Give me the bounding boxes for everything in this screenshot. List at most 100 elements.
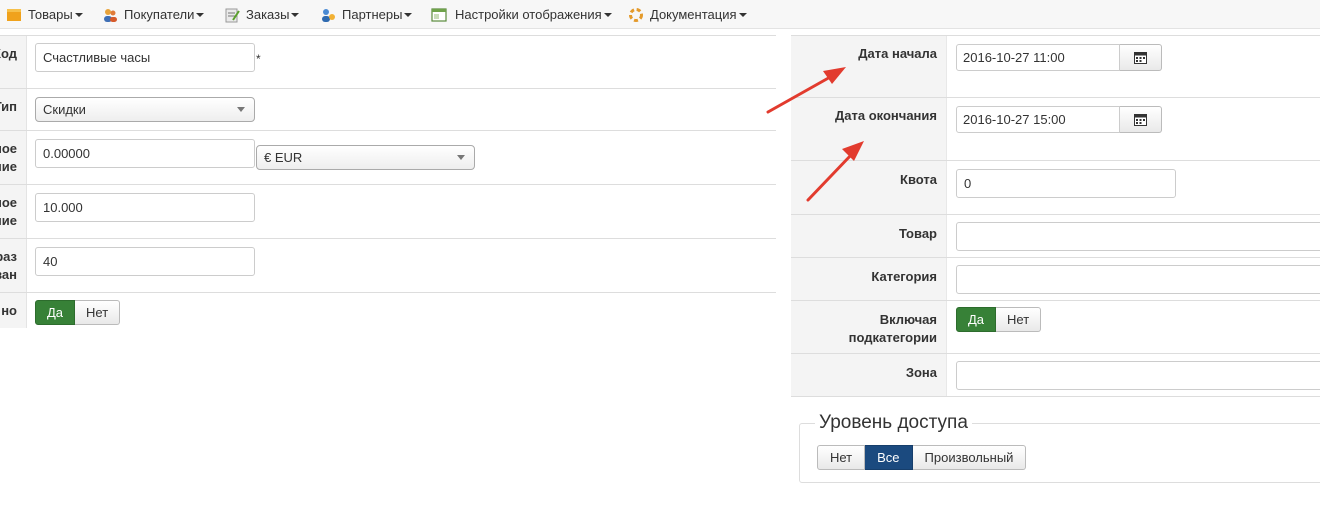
start-date-picker: 2016-10-27 11:00: [956, 44, 1162, 71]
end-date-input[interactable]: 2016-10-27 15:00: [956, 106, 1120, 133]
code-label-cell: Код: [0, 36, 27, 88]
quota-label-cell: Квота: [791, 161, 947, 214]
enabled-label-cell: но: [0, 293, 27, 328]
chevron-down-icon: [74, 12, 83, 17]
category-input[interactable]: [956, 265, 1320, 294]
orders-icon: [224, 7, 240, 23]
start-date-label: Дата начала: [858, 46, 937, 61]
access-custom-button[interactable]: Произвольный: [912, 445, 1027, 470]
category-label: Категория: [871, 269, 937, 284]
product-label-cell: Товар: [791, 215, 947, 257]
zone-input[interactable]: [956, 361, 1320, 390]
value-row: ное ние 0.00000 € EUR: [0, 131, 776, 185]
currency-select-value: € EUR: [264, 150, 303, 165]
enabled-row: но Да Нет: [0, 293, 776, 328]
subcategories-row: Включая подкатегории Да Нет: [791, 301, 1320, 354]
enabled-label: но: [1, 303, 17, 318]
menu-item-display-settings[interactable]: Настройки отображения: [431, 0, 612, 29]
value-input[interactable]: 0.00000: [35, 139, 255, 168]
documentation-icon: [628, 7, 644, 23]
enabled-toggle: Да Нет: [35, 300, 121, 325]
zone-label: Зона: [905, 365, 937, 380]
value-label-line1: ное: [0, 141, 17, 156]
end-date-calendar-button[interactable]: [1120, 106, 1162, 133]
partners-icon: [320, 7, 336, 23]
end-date-label: Дата окончания: [835, 108, 937, 123]
enabled-yes-button[interactable]: Да: [35, 300, 76, 325]
product-label: Товар: [898, 226, 937, 241]
value-label-line2: ние: [0, 159, 17, 174]
type-label: Тип: [0, 99, 17, 114]
box-icon: [6, 7, 22, 23]
access-none-button[interactable]: Нет: [817, 445, 866, 470]
max-label-line2: ние: [0, 213, 17, 228]
calendar-icon: [1134, 52, 1147, 64]
subcategories-label-line2: подкатегории: [848, 330, 937, 345]
chevron-down-icon: [404, 12, 413, 17]
end-date-picker: 2016-10-27 15:00: [956, 106, 1162, 133]
menu-item-label: Настройки отображения: [455, 7, 602, 22]
uses-label-line2: ван: [0, 267, 17, 282]
access-all-button[interactable]: Все: [865, 445, 913, 470]
users-icon: [102, 7, 118, 23]
quota-label: Квота: [900, 172, 937, 187]
zone-row: Зона: [791, 354, 1320, 397]
type-select-value: Скидки: [43, 102, 86, 117]
product-input[interactable]: [956, 222, 1320, 251]
chevron-down-icon: [196, 12, 205, 17]
end-date-label-cell: Дата окончания: [791, 98, 947, 160]
menu-item-documentation[interactable]: Документация: [628, 0, 747, 29]
enabled-no-button[interactable]: Нет: [75, 300, 121, 325]
menu-item-customers[interactable]: Покупатели: [102, 0, 205, 29]
type-select[interactable]: Скидки: [35, 97, 255, 122]
start-date-calendar-button[interactable]: [1120, 44, 1162, 71]
uses-label-line1: раз: [0, 249, 17, 264]
chevron-down-icon: [237, 107, 245, 112]
type-label-cell: Тип: [0, 89, 27, 130]
zone-label-cell: Зона: [791, 354, 947, 396]
max-input[interactable]: 10.000: [35, 193, 255, 222]
code-row: Код Счастливые часы *: [0, 35, 776, 89]
subcategories-toggle: Да Нет: [956, 307, 1042, 332]
start-date-input[interactable]: 2016-10-27 11:00: [956, 44, 1120, 71]
chevron-down-icon: [291, 12, 300, 17]
start-date-label-cell: Дата начала: [791, 36, 947, 97]
menu-item-label: Покупатели: [124, 7, 195, 22]
code-label: Код: [0, 46, 17, 61]
value-label-cell: ное ние: [0, 131, 27, 184]
uses-row: раз ван 40: [0, 239, 776, 293]
menu-item-products[interactable]: Товары: [6, 0, 83, 29]
top-menu-bar: Товары Покупатели Заказы Партнеры Настро…: [0, 0, 1320, 29]
menu-item-orders[interactable]: Заказы: [224, 0, 300, 29]
uses-input[interactable]: 40: [35, 247, 255, 276]
currency-select[interactable]: € EUR: [256, 145, 475, 170]
subcategories-label-line1: Включая: [879, 312, 937, 327]
max-label-line1: ное: [0, 195, 17, 210]
display-settings-icon: [431, 7, 447, 23]
category-row: Категория: [791, 258, 1320, 301]
menu-item-partners[interactable]: Партнеры: [320, 0, 413, 29]
menu-item-label: Товары: [28, 7, 73, 22]
required-mark: *: [256, 52, 261, 66]
product-row: Товар: [791, 215, 1320, 258]
access-level-toggle: Нет Все Произвольный: [817, 445, 1027, 470]
max-label-cell: ное ние: [0, 185, 27, 238]
type-row: Тип Скидки: [0, 89, 776, 131]
end-date-row: Дата окончания 2016-10-27 15:00: [791, 98, 1320, 161]
subcategories-label-cell: Включая подкатегории: [791, 301, 947, 353]
menu-item-label: Заказы: [246, 7, 290, 22]
chevron-down-icon: [457, 155, 465, 160]
max-row: ное ние 10.000: [0, 185, 776, 239]
category-label-cell: Категория: [791, 258, 947, 300]
uses-label-cell: раз ван: [0, 239, 27, 292]
quota-row: Квота 0: [791, 161, 1320, 215]
calendar-icon: [1134, 114, 1147, 126]
code-input[interactable]: Счастливые часы: [35, 43, 255, 72]
menu-item-label: Партнеры: [342, 7, 403, 22]
subcategories-no-button[interactable]: Нет: [996, 307, 1042, 332]
chevron-down-icon: [603, 12, 612, 17]
subcategories-yes-button[interactable]: Да: [956, 307, 997, 332]
quota-input[interactable]: 0: [956, 169, 1176, 198]
access-level-legend: Уровень доступа: [815, 412, 972, 434]
chevron-down-icon: [738, 12, 747, 17]
